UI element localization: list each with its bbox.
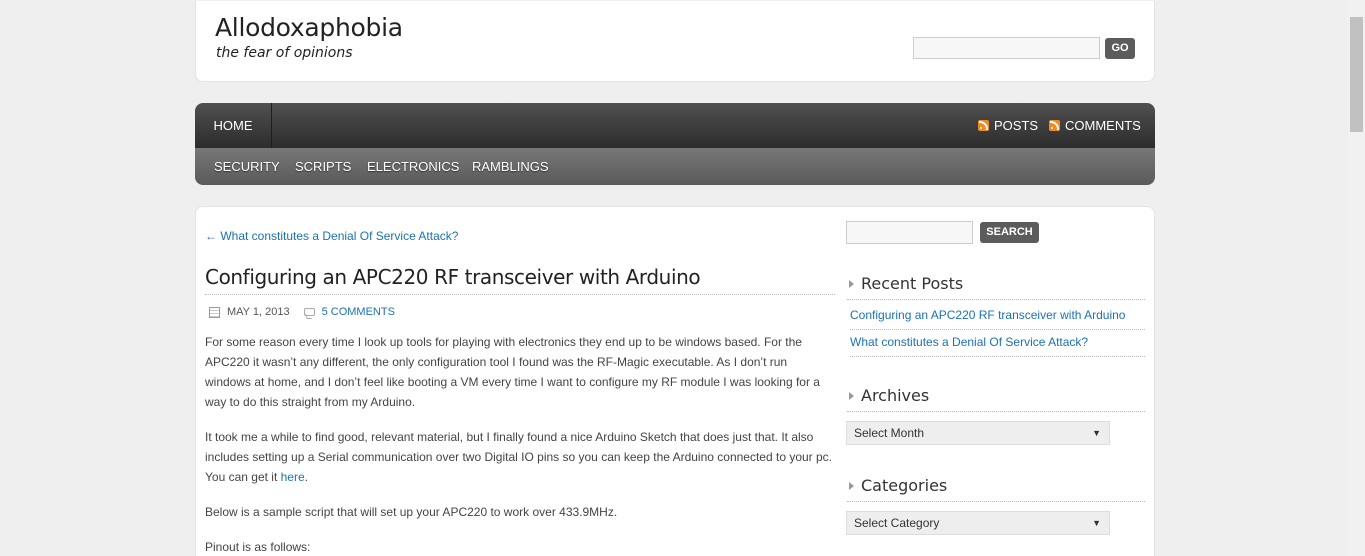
here-link[interactable]: here bbox=[281, 470, 305, 484]
archives-select[interactable]: Select Month ▼ bbox=[846, 421, 1110, 445]
recent-post-link[interactable]: Configuring an APC220 RF transceiver wit… bbox=[850, 308, 1145, 330]
posts-feed-label: POSTS bbox=[994, 118, 1039, 133]
search-button[interactable]: SEARCH bbox=[980, 222, 1039, 243]
content-area: ← What constitutes a Denial Of Service A… bbox=[195, 206, 1155, 556]
category-nav: SECURITY SCRIPTS ELECTRONICS RAMBLINGS bbox=[195, 148, 1155, 185]
nav-security[interactable]: SECURITY bbox=[214, 159, 280, 174]
comments-feed-label: COMMENTS bbox=[1065, 118, 1141, 133]
dropdown-arrow-icon: ▼ bbox=[1092, 518, 1101, 528]
dropdown-arrow-icon: ▼ bbox=[1092, 428, 1101, 438]
categories-title: Categories bbox=[847, 476, 1145, 502]
header-search-input[interactable] bbox=[913, 37, 1100, 59]
post-paragraph-4: Pinout is as follows: bbox=[205, 540, 311, 554]
post-paragraph-3: Below is a sample script that will set u… bbox=[205, 505, 618, 519]
recent-post-link[interactable]: What constitutes a Denial Of Service Att… bbox=[850, 335, 1145, 357]
paragraph-end: . bbox=[304, 470, 308, 484]
site-tagline: the fear of opinions bbox=[216, 45, 353, 61]
main-navigation: HOME POSTS COMMENTS SECURITY SCRIPTS ELE… bbox=[195, 103, 1155, 185]
rss-icon bbox=[978, 120, 989, 131]
primary-nav: HOME POSTS COMMENTS bbox=[195, 103, 1155, 148]
go-button[interactable]: GO bbox=[1105, 38, 1135, 59]
nav-ramblings[interactable]: RAMBLINGS bbox=[472, 159, 549, 174]
calendar-icon bbox=[209, 306, 220, 318]
site-title[interactable]: Allodoxaphobia bbox=[215, 13, 403, 42]
categories-select[interactable]: Select Category ▼ bbox=[846, 511, 1110, 535]
recent-posts-title: Recent Posts bbox=[847, 274, 1145, 300]
categories-select-value: Select Category bbox=[854, 516, 940, 530]
comments-link[interactable]: 5 COMMENTS bbox=[322, 306, 395, 318]
site-header: Allodoxaphobia the fear of opinions GO bbox=[195, 1, 1155, 82]
post-paragraph-1: For some reason every time I look up too… bbox=[205, 335, 820, 409]
posts-feed-link[interactable]: POSTS bbox=[978, 118, 1038, 133]
nav-scripts[interactable]: SCRIPTS bbox=[295, 159, 351, 174]
archives-title: Archives bbox=[847, 386, 1145, 412]
nav-electronics[interactable]: ELECTRONICS bbox=[367, 159, 459, 174]
rss-icon bbox=[1049, 120, 1060, 131]
post-title: Configuring an APC220 RF transceiver wit… bbox=[205, 265, 835, 295]
previous-post-link[interactable]: ← What constitutes a Denial Of Service A… bbox=[205, 229, 458, 243]
post-paragraph-2: It took me a while to find good, relevan… bbox=[205, 427, 835, 487]
page-scrollbar[interactable] bbox=[1348, 0, 1365, 556]
scrollbar-thumb[interactable] bbox=[1350, 17, 1363, 132]
post-date: MAY 1, 2013 bbox=[227, 306, 290, 318]
archives-select-value: Select Month bbox=[854, 426, 925, 440]
post-meta: MAY 1, 2013 5 COMMENTS bbox=[209, 306, 395, 318]
sidebar-search-input[interactable] bbox=[846, 221, 973, 244]
nav-home[interactable]: HOME bbox=[195, 103, 272, 148]
comment-icon bbox=[303, 308, 315, 316]
comments-feed-link[interactable]: COMMENTS bbox=[1049, 118, 1141, 133]
